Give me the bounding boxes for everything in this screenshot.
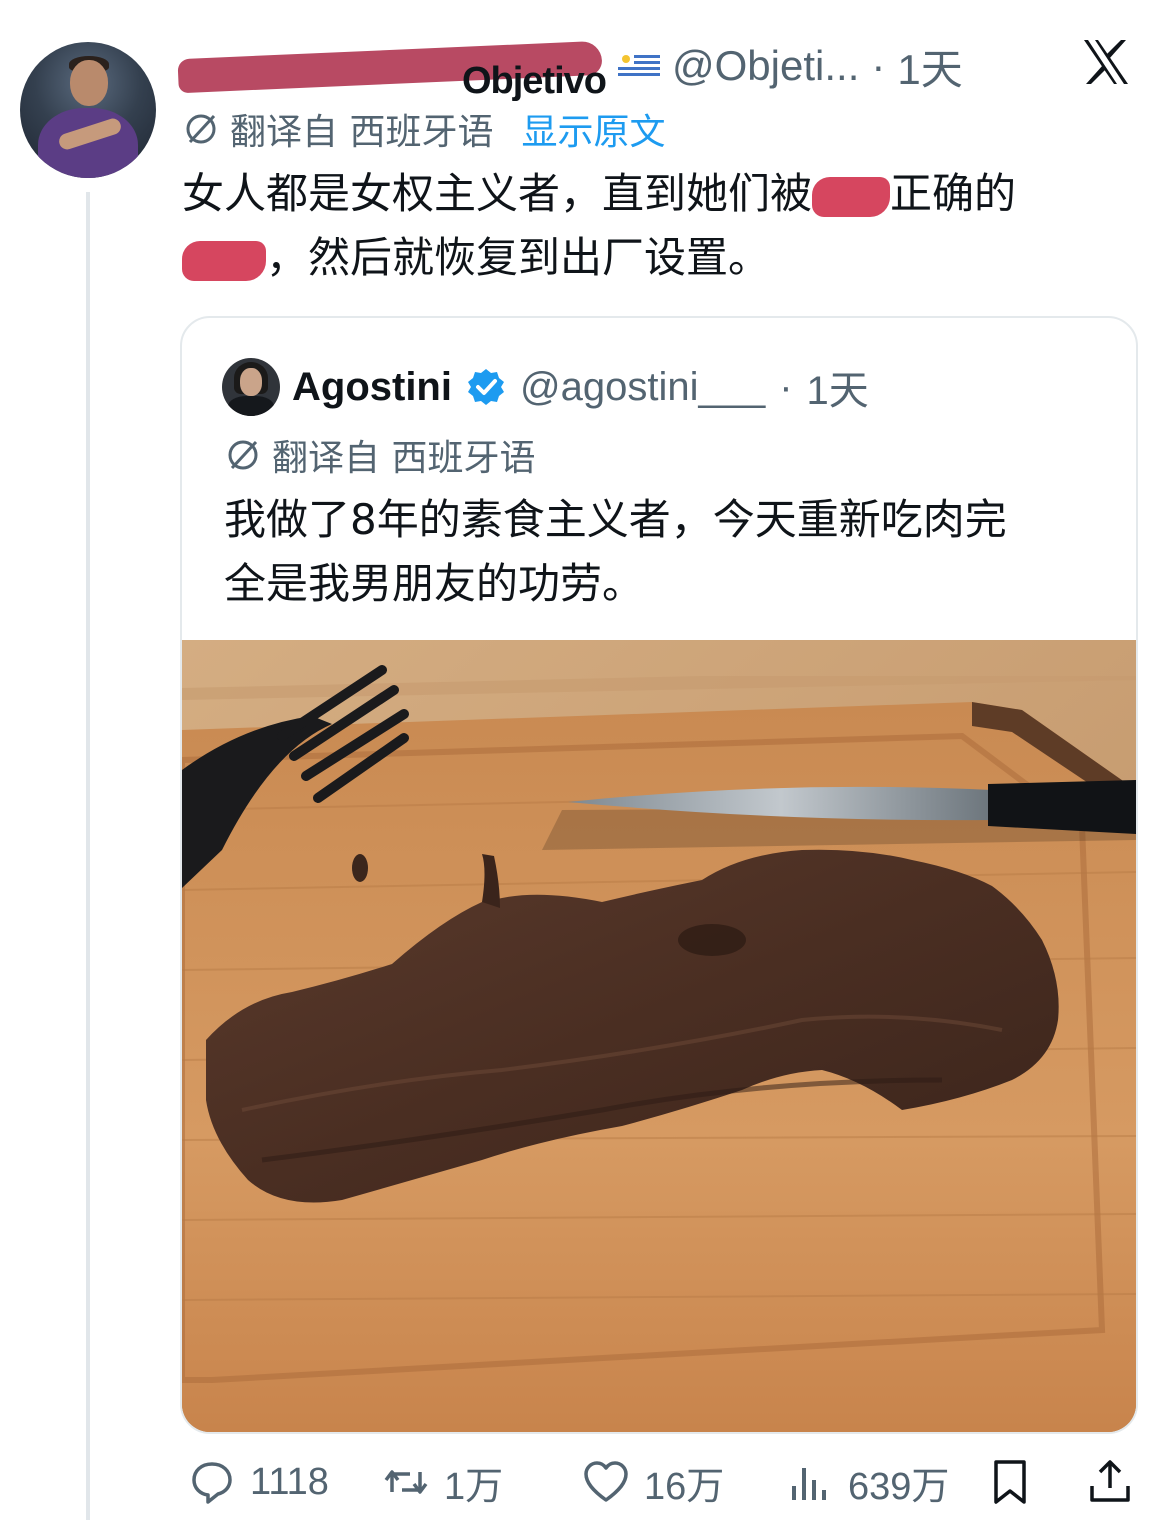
quoted-translation-notice: 翻译自 西班牙语 — [224, 430, 535, 480]
like-button[interactable]: 16万 — [582, 1448, 724, 1516]
reply-icon — [192, 1462, 232, 1504]
share-button[interactable] — [1086, 1448, 1134, 1516]
reply-button[interactable]: 1118 — [188, 1448, 329, 1516]
quoted-tweet-card[interactable]: Agostini @agostini___ · 1天 翻译自 西班牙语 我做了8… — [180, 316, 1138, 1434]
steak-photo-illustration — [182, 640, 1136, 1432]
x-logo-icon[interactable] — [1080, 36, 1132, 88]
share-icon — [1090, 1460, 1130, 1502]
tweet-actions-bar: 1118 1万 16万 639万 — [180, 1448, 1140, 1516]
author-display-name[interactable]: Objetivo — [177, 40, 607, 102]
verified-badge-icon — [467, 369, 504, 405]
quoted-tweet-time[interactable]: 1天 — [807, 358, 869, 416]
redaction-mark — [182, 240, 266, 281]
redaction-mark — [812, 176, 891, 217]
tweet-text: 女人都是女权主义者，直到她们被 正确的 ，然后就恢复到出厂设置。 — [182, 169, 1017, 282]
quoted-author-avatar[interactable] — [222, 358, 280, 416]
show-original-link[interactable]: 显示原文 — [521, 103, 665, 155]
like-icon — [584, 1461, 628, 1502]
author-avatar[interactable] — [20, 42, 156, 178]
thread-connector-line — [86, 192, 90, 1520]
uruguay-flag-icon — [618, 52, 660, 80]
views-button[interactable]: 639万 — [786, 1448, 949, 1516]
time-separator: · — [779, 364, 793, 409]
quoted-tweet-header: Agostini @agostini___ · 1天 — [292, 358, 869, 416]
translate-icon — [186, 114, 216, 144]
time-separator: · — [871, 42, 886, 89]
bookmark-button[interactable] — [986, 1448, 1034, 1516]
quoted-author-handle[interactable]: @agostini___ — [520, 365, 765, 410]
tweet-header: Objetivo @Objeti... · 1天 — [177, 36, 963, 102]
tweet-time[interactable]: 1天 — [897, 36, 962, 97]
steak-photo[interactable] — [182, 640, 1136, 1432]
author-handle[interactable]: @Objeti... — [672, 42, 859, 90]
retweet-icon — [384, 1470, 428, 1494]
views-icon — [792, 1468, 826, 1500]
quoted-author-name[interactable]: Agostini — [292, 365, 452, 410]
quoted-tweet-text: 我做了8年的素食主义者，今天重新吃肉完 全是我男朋友的功劳。 — [224, 495, 1007, 608]
translation-notice: 翻译自 西班牙语 显示原文 — [182, 104, 665, 154]
translate-icon — [228, 440, 258, 470]
retweet-button[interactable]: 1万 — [382, 1448, 503, 1516]
bookmark-icon — [994, 1460, 1026, 1504]
